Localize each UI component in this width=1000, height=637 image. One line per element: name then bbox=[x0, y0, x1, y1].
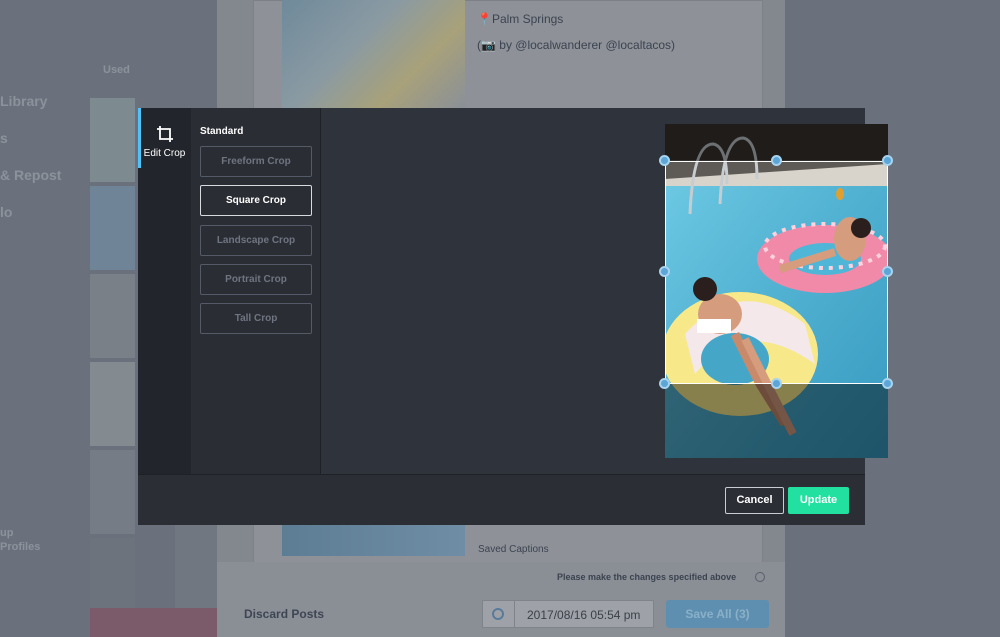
sidebar-item-lo: lo bbox=[0, 204, 13, 220]
tool-rail: Edit Crop bbox=[138, 108, 191, 474]
post-photo bbox=[282, 0, 465, 108]
tool-edit-crop[interactable]: Edit Crop bbox=[138, 108, 191, 168]
post-photo-bottom bbox=[282, 525, 465, 556]
square-crop-button[interactable]: Square Crop bbox=[200, 185, 312, 216]
crop-canvas[interactable] bbox=[321, 108, 893, 474]
crop-handle-right[interactable] bbox=[882, 266, 893, 277]
sidebar-item-up: up bbox=[0, 527, 14, 539]
crop-handle-top-left[interactable] bbox=[659, 155, 670, 166]
crop-handle-bottom-right[interactable] bbox=[882, 378, 893, 389]
schedule-datetime: 2017/08/16 05:54 pm bbox=[482, 600, 654, 628]
sidebar-item-library: Library bbox=[0, 93, 48, 109]
crop-handle-left[interactable] bbox=[659, 266, 670, 277]
modal-footer: Cancel Update bbox=[138, 474, 865, 525]
datetime-value: 2017/08/16 05:54 pm bbox=[527, 608, 641, 622]
discard-posts-button: Discard Posts bbox=[244, 607, 325, 621]
crop-icon bbox=[156, 125, 174, 143]
warning-text: Please make the changes specified above bbox=[557, 572, 737, 582]
sidebar-item-s: s bbox=[0, 130, 8, 146]
save-all-button: Save All (3) bbox=[666, 600, 769, 628]
update-button[interactable]: Update bbox=[788, 487, 849, 514]
filter-select: Used bbox=[103, 64, 130, 76]
crop-handle-top-right[interactable] bbox=[882, 155, 893, 166]
crop-handle-bottom-left[interactable] bbox=[659, 378, 670, 389]
sidebar-item-profiles: Profiles bbox=[0, 541, 41, 553]
edit-crop-modal: Edit Crop Standard Freeform Crop Square … bbox=[138, 108, 893, 525]
post-location: 📍Palm Springs bbox=[477, 12, 564, 26]
crop-handle-top[interactable] bbox=[771, 155, 782, 166]
freeform-crop-button[interactable]: Freeform Crop bbox=[200, 146, 312, 177]
saved-captions-link: Saved Captions bbox=[478, 544, 549, 555]
section-heading: Standard bbox=[200, 126, 244, 137]
clock-icon bbox=[492, 608, 504, 620]
crop-options-panel: Standard Freeform Crop Square Crop Lands… bbox=[191, 108, 321, 474]
tool-label: Edit Crop bbox=[143, 148, 186, 159]
crop-handle-bottom[interactable] bbox=[771, 378, 782, 389]
cancel-button[interactable]: Cancel bbox=[725, 487, 784, 514]
portrait-crop-button[interactable]: Portrait Crop bbox=[200, 264, 312, 295]
landscape-crop-button[interactable]: Landscape Crop bbox=[200, 225, 312, 256]
info-icon bbox=[755, 572, 765, 582]
tall-crop-button[interactable]: Tall Crop bbox=[200, 303, 312, 334]
crop-selection-box[interactable] bbox=[665, 161, 888, 384]
post-credit: (📷 by @localwanderer @localtacos) bbox=[477, 38, 676, 52]
sidebar-item-repost: & Repost bbox=[0, 167, 62, 183]
